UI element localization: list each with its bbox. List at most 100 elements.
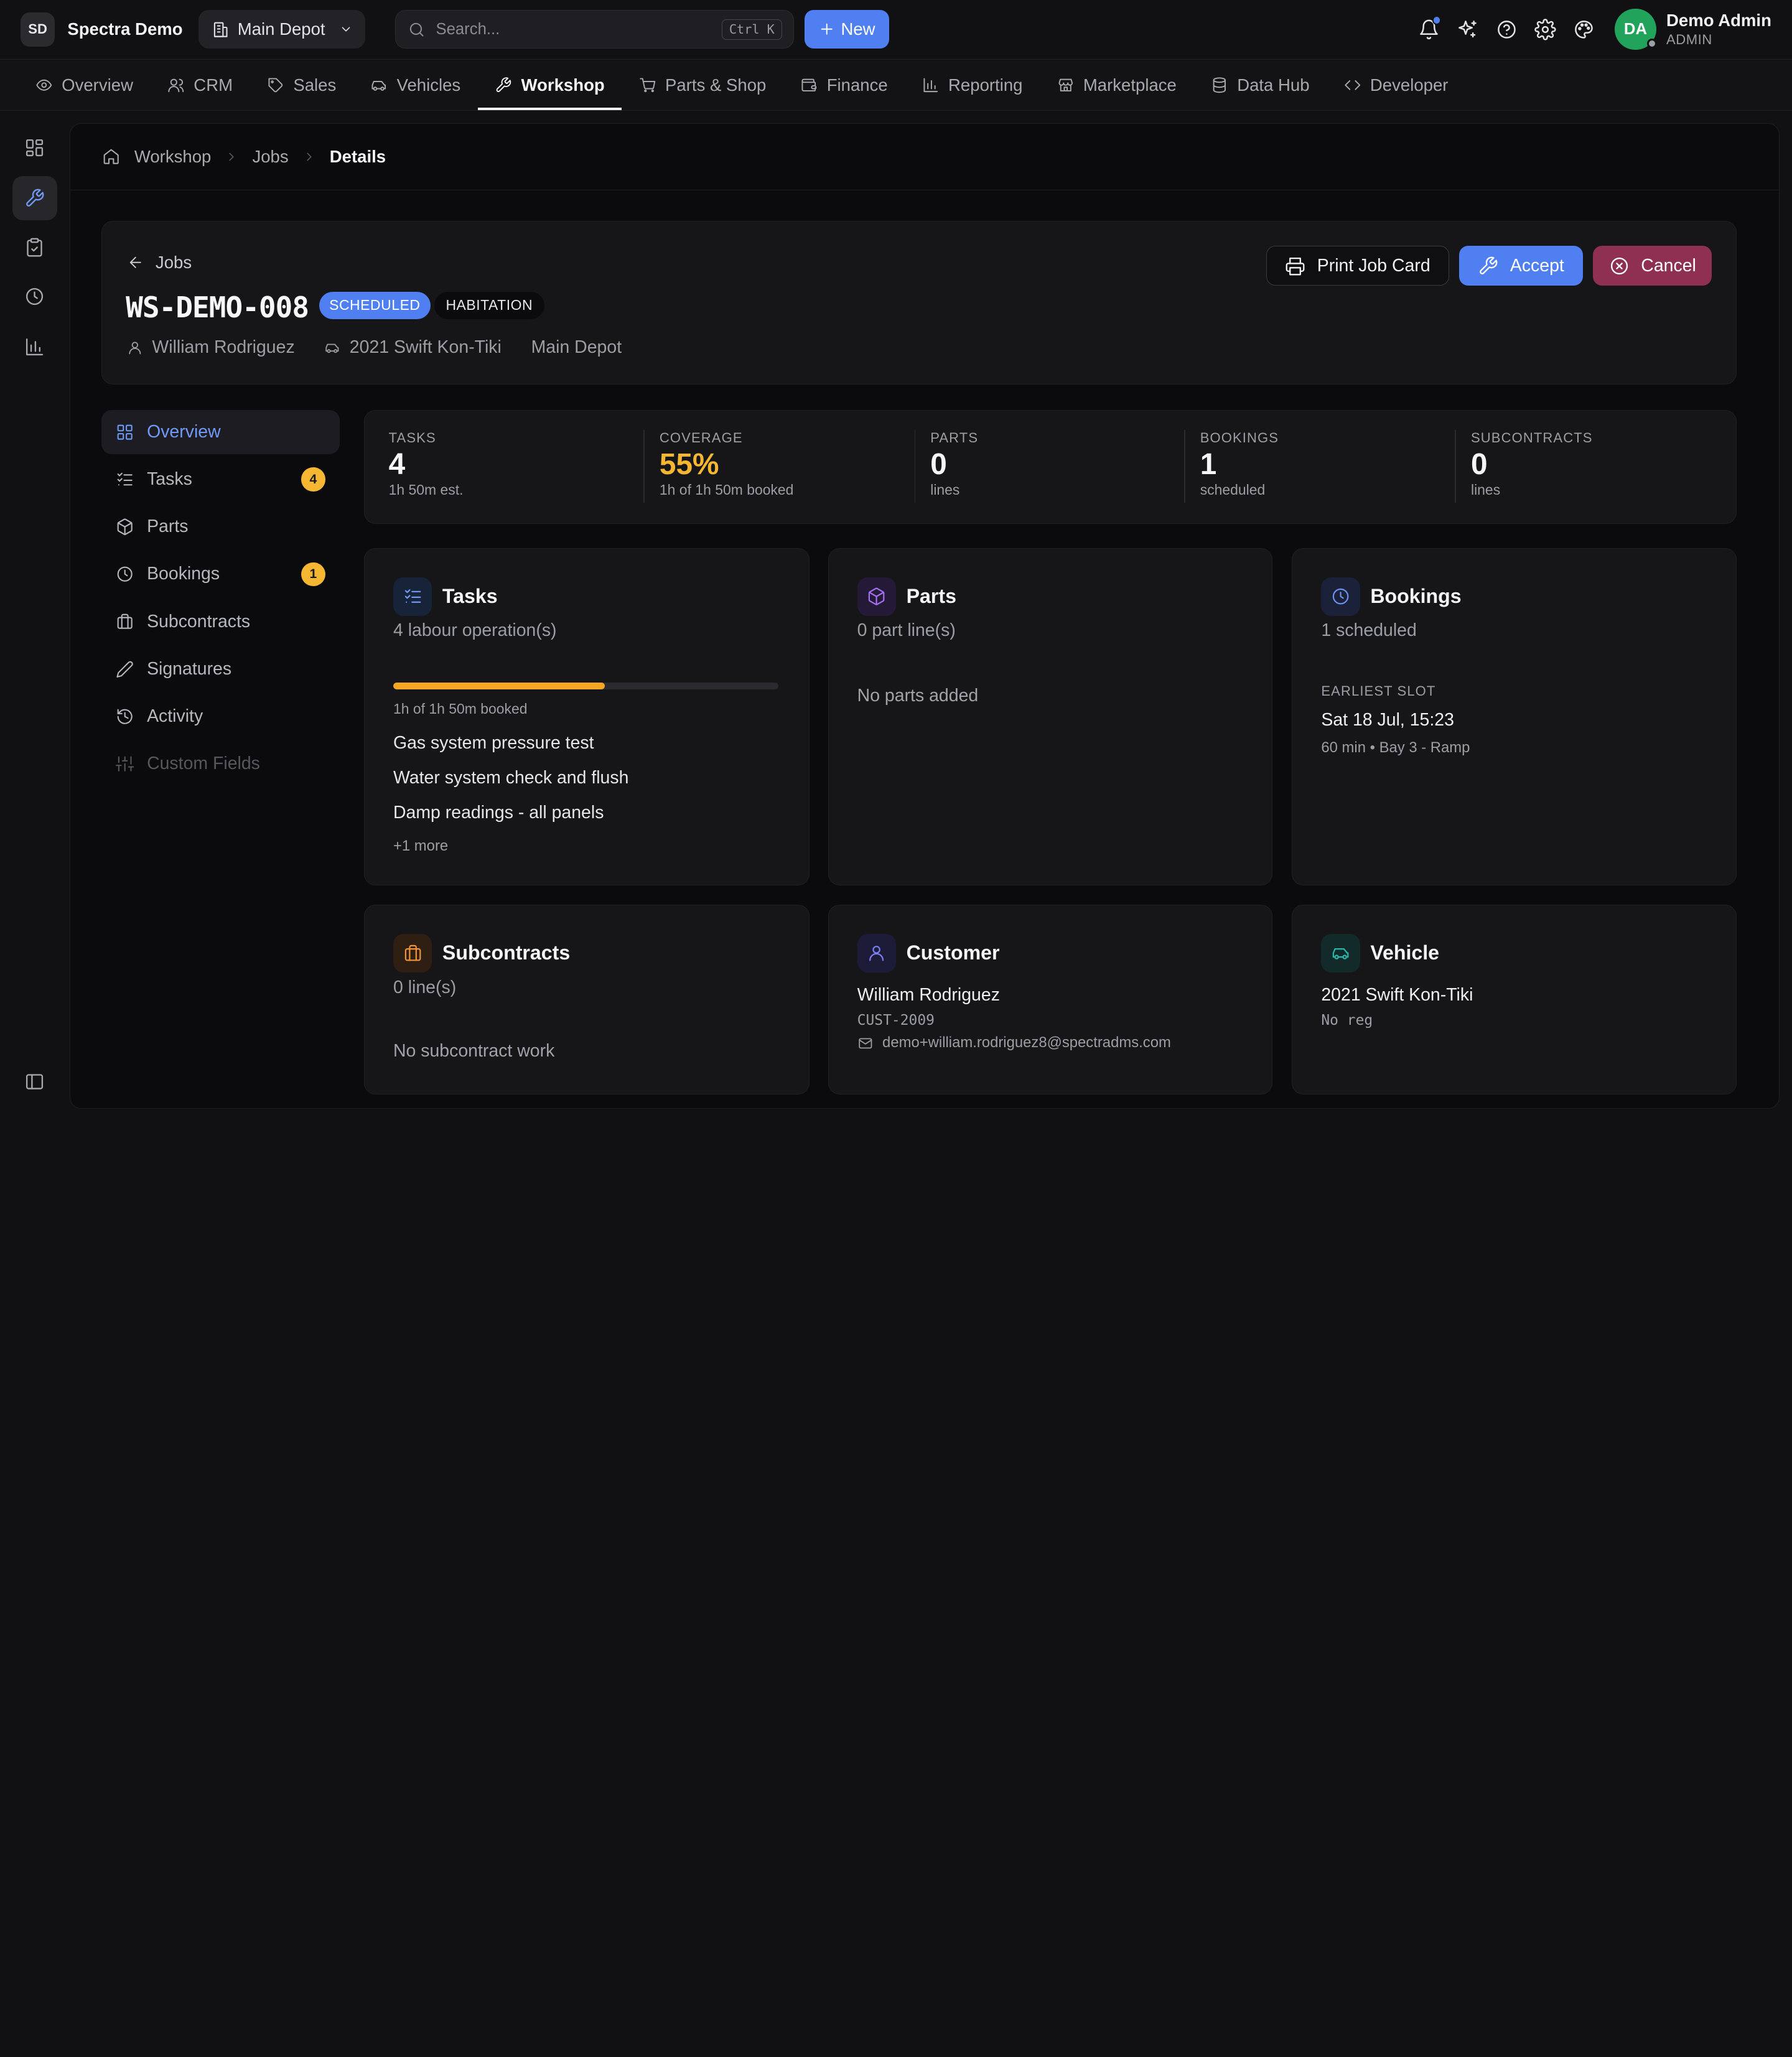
- rail-dashboard[interactable]: [12, 126, 57, 170]
- list-item[interactable]: Gas system pressure test: [393, 730, 628, 765]
- subnav-label: Tasks: [147, 469, 192, 490]
- new-button[interactable]: New: [804, 10, 889, 49]
- tasks-card[interactable]: Tasks 4 labour operation(s) 1h of 1h 50m…: [364, 548, 810, 885]
- more-tasks-link[interactable]: +1 more: [393, 837, 628, 855]
- wrench-icon: [26, 189, 44, 207]
- search-input[interactable]: Search... Ctrl K: [395, 10, 795, 49]
- grid-icon: [26, 139, 44, 157]
- briefcase-icon: [118, 614, 133, 630]
- depot-select[interactable]: Main Depot: [198, 10, 366, 49]
- palette-icon: [1575, 20, 1594, 39]
- nav-tab-reporting[interactable]: Reporting: [905, 60, 1040, 110]
- x-circle-icon: [1610, 257, 1628, 274]
- chevron-right-icon: [229, 152, 234, 161]
- back-to-jobs-link[interactable]: Jobs: [127, 253, 192, 273]
- job-header: Jobs WS-DEMO-008 SCHEDULED HABITATION Wi…: [101, 221, 1737, 385]
- bookings-card[interactable]: Bookings 1 scheduled EARLIEST SLOT Sat 1…: [1292, 548, 1737, 885]
- sidebar-toggle-icon: [26, 1074, 44, 1089]
- theme-button[interactable]: [1565, 10, 1603, 49]
- nav-tab-data-hub[interactable]: Data Hub: [1193, 60, 1327, 110]
- nav-tab-developer[interactable]: Developer: [1327, 60, 1465, 110]
- subnav-label: Subcontracts: [147, 611, 251, 632]
- bar-chart-icon: [923, 78, 938, 93]
- stat-value: 4: [388, 447, 406, 481]
- nav-tab-vehicles[interactable]: Vehicles: [353, 60, 478, 110]
- subnav-bookings[interactable]: Bookings 1: [101, 552, 340, 597]
- subnav-subcontracts[interactable]: Subcontracts: [101, 599, 340, 644]
- task-coverage-progress: [393, 682, 778, 689]
- card-subtitle: 0 line(s): [393, 977, 457, 997]
- customer-code: CUST-2009: [857, 1012, 935, 1029]
- subnav-custom-fields: Custom Fields: [101, 742, 340, 786]
- box-icon: [118, 518, 133, 536]
- subnav-label: Activity: [147, 706, 203, 727]
- job-customer[interactable]: William Rodriguez: [152, 337, 294, 358]
- nav-tab-parts-shop[interactable]: Parts & Shop: [622, 60, 783, 110]
- list-item[interactable]: Damp readings - all panels: [393, 800, 628, 835]
- main-nav: Overview CRM Sales Vehicles Workshop Par…: [0, 60, 1792, 111]
- nav-tab-sales[interactable]: Sales: [250, 60, 353, 110]
- nav-tab-label: Data Hub: [1237, 75, 1310, 95]
- nav-tab-crm[interactable]: CRM: [151, 60, 250, 110]
- customer-card-icon: [857, 933, 897, 973]
- job-vehicle[interactable]: 2021 Swift Kon-Tiki: [350, 337, 502, 358]
- subnav-tasks[interactable]: Tasks 4: [101, 457, 340, 502]
- mail-icon: [858, 1037, 872, 1048]
- user-menu[interactable]: Demo Admin ADMIN: [1666, 11, 1771, 48]
- print-job-card-button[interactable]: Print Job Card: [1266, 246, 1449, 286]
- subnav-label: Bookings: [147, 564, 220, 584]
- help-button[interactable]: [1487, 10, 1526, 49]
- subnav-parts[interactable]: Parts: [101, 505, 340, 549]
- status-badge: SCHEDULED: [319, 291, 431, 319]
- subnav-activity[interactable]: Activity: [101, 694, 340, 739]
- vehicle-name[interactable]: 2021 Swift Kon-Tiki: [1321, 985, 1473, 1005]
- ai-assistant-button[interactable]: [1448, 10, 1486, 49]
- nav-tab-finance[interactable]: Finance: [783, 60, 905, 110]
- breadcrumb-workshop[interactable]: Workshop: [134, 147, 212, 167]
- eye-icon: [36, 80, 52, 91]
- list-item[interactable]: Water system check and flush: [393, 765, 628, 800]
- rail-checklist[interactable]: [12, 225, 57, 270]
- customer-card[interactable]: Customer William Rodriguez CUST-2009 dem…: [828, 904, 1273, 1094]
- customer-email[interactable]: demo+william.rodriguez8@spectradms.com: [857, 1034, 1171, 1052]
- parts-card[interactable]: Parts 0 part line(s) No parts added: [828, 548, 1273, 885]
- cancel-button[interactable]: Cancel: [1593, 246, 1712, 286]
- user-avatar[interactable]: DA: [1615, 9, 1658, 50]
- nav-tab-label: CRM: [194, 75, 233, 95]
- customer-name[interactable]: William Rodriguez: [857, 985, 1000, 1005]
- clock-icon: [26, 288, 44, 306]
- stat-label: PARTS: [930, 429, 979, 445]
- brand-logo[interactable]: SD: [21, 12, 55, 47]
- breadcrumb-jobs[interactable]: Jobs: [252, 147, 288, 167]
- card-title: Tasks: [442, 585, 498, 608]
- rail-reports[interactable]: [12, 325, 57, 370]
- vehicle-card[interactable]: Vehicle 2021 Swift Kon-Tiki No reg: [1292, 904, 1737, 1094]
- subnav-label: Signatures: [147, 658, 232, 679]
- stat-coverage: COVERAGE 55% 1h of 1h 50m booked: [643, 429, 794, 503]
- slot-time[interactable]: Sat 18 Jul, 15:23: [1321, 710, 1454, 730]
- nav-tab-workshop[interactable]: Workshop: [477, 60, 622, 111]
- user-icon: [129, 341, 141, 355]
- bookings-count-badge: 1: [301, 562, 325, 587]
- rail-collapse-toggle[interactable]: [12, 1060, 57, 1104]
- home-icon[interactable]: [102, 147, 120, 166]
- settings-button[interactable]: [1526, 10, 1564, 49]
- stat-bookings: BOOKINGS 1 scheduled: [1184, 429, 1279, 503]
- accept-button[interactable]: Accept: [1459, 246, 1583, 286]
- top-bar: SD Spectra Demo Main Depot Search... Ctr…: [0, 0, 1792, 60]
- sparkles-icon: [1458, 20, 1477, 38]
- rail-history[interactable]: [12, 274, 57, 319]
- subnav-overview[interactable]: Overview: [101, 409, 340, 455]
- subnav-signatures[interactable]: Signatures: [101, 647, 340, 692]
- nav-tab-overview[interactable]: Overview: [18, 60, 150, 110]
- nav-tab-label: Developer: [1370, 75, 1449, 95]
- notifications-button[interactable]: [1409, 10, 1448, 49]
- accept-button-label: Accept: [1510, 255, 1564, 276]
- rail-workshop[interactable]: [12, 175, 57, 221]
- stat-sub: 1h 50m est.: [388, 481, 464, 498]
- progress-note: 1h of 1h 50m booked: [393, 701, 528, 717]
- nav-tab-marketplace[interactable]: Marketplace: [1040, 60, 1193, 110]
- nav-tab-label: Parts & Shop: [665, 75, 767, 95]
- subcontracts-card[interactable]: Subcontracts 0 line(s) No subcontract wo…: [364, 904, 810, 1094]
- stat-sub: 1h of 1h 50m booked: [659, 481, 794, 498]
